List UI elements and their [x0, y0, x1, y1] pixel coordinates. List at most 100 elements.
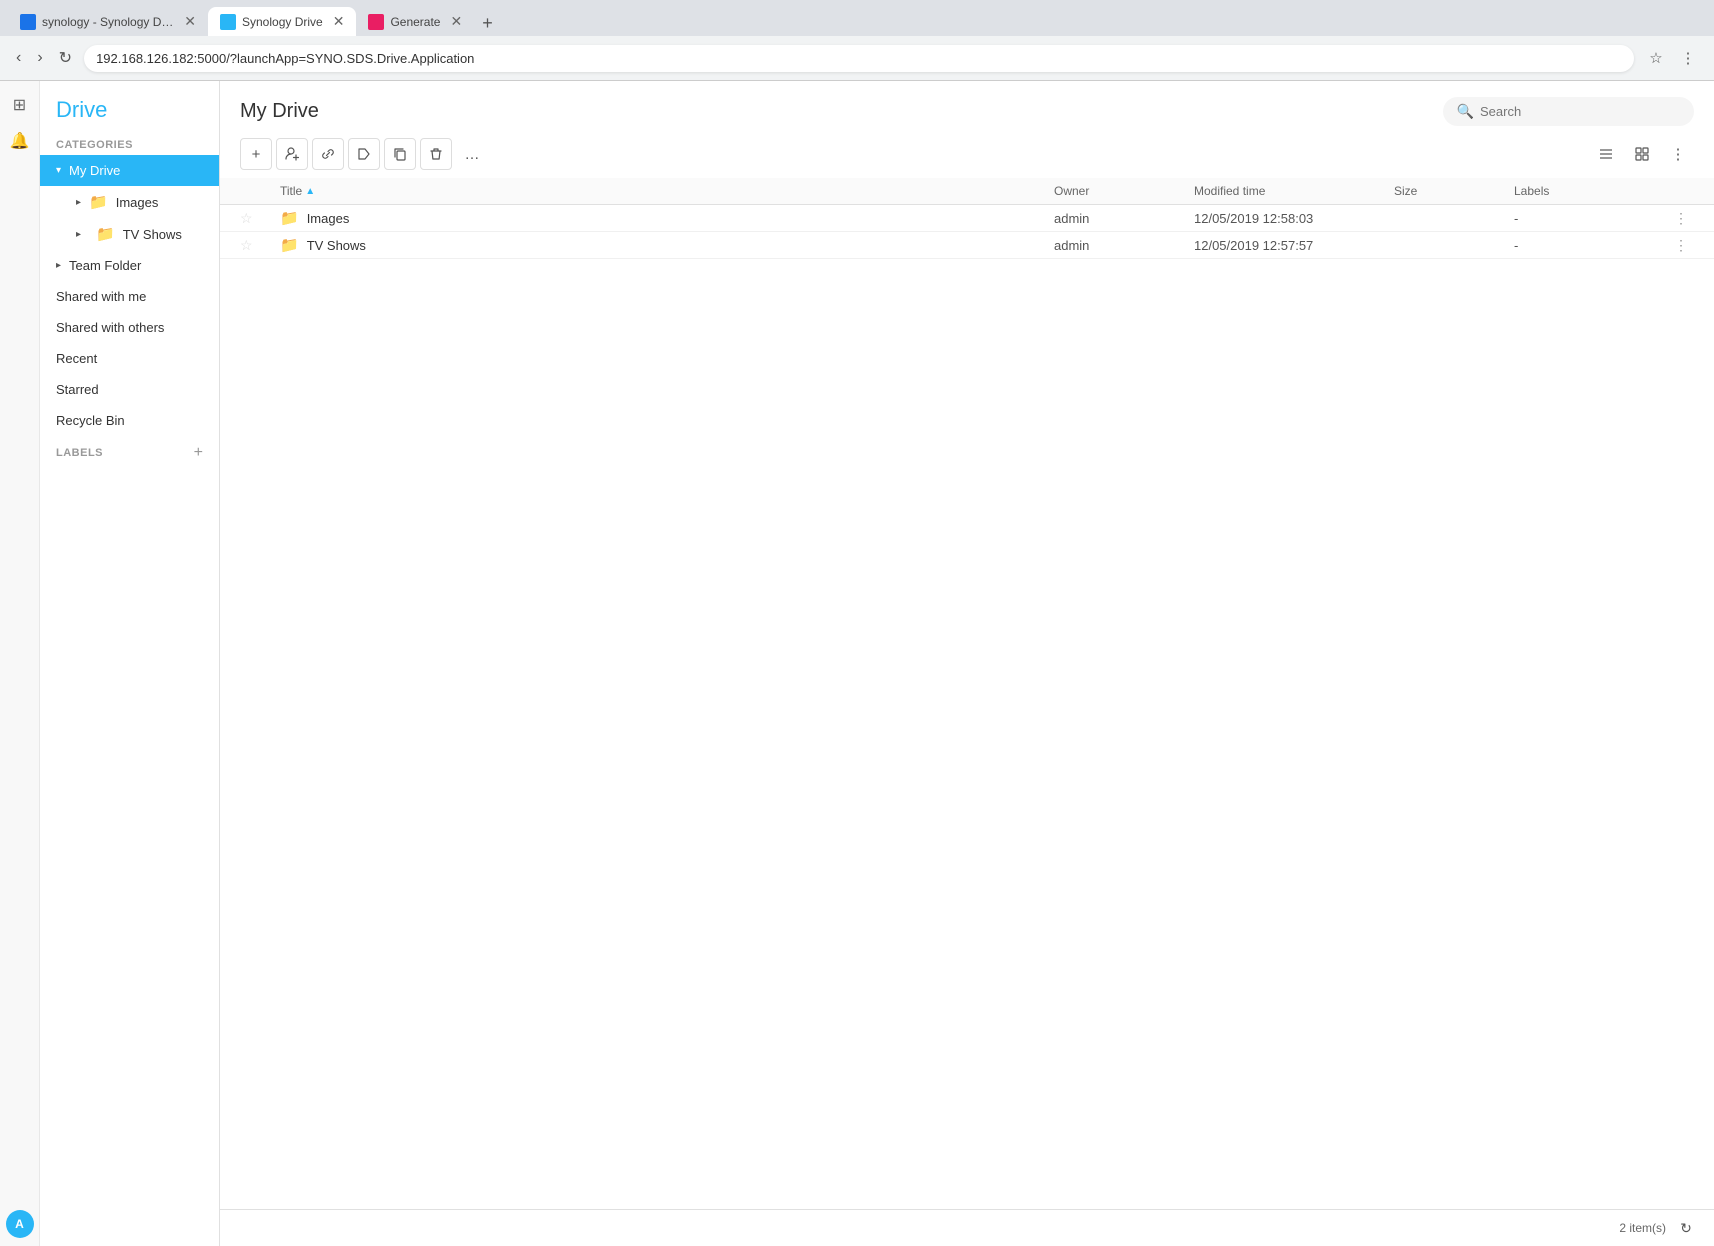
images-labels: -	[1514, 211, 1674, 226]
tab-drive-label: Synology Drive	[242, 15, 323, 29]
sidebar-item-recycle-label: Recycle Bin	[56, 413, 125, 428]
browser-menu-button[interactable]: ⋮	[1674, 44, 1702, 72]
tab-diskstation-label: synology - Synology DiskStation	[42, 15, 174, 29]
col-modified-header[interactable]: Modified time	[1194, 184, 1394, 198]
categories-label: CATEGORIES	[40, 131, 219, 155]
sidebar-subitem-tv-shows[interactable]: ▸ 📁 TV Shows	[40, 218, 219, 250]
sidebar-item-my-drive[interactable]: ▾ My Drive	[40, 155, 219, 186]
search-area: 🔍	[1443, 97, 1694, 126]
add-people-button[interactable]	[276, 138, 308, 170]
delete-button[interactable]	[420, 138, 452, 170]
bookmark-button[interactable]: ☆	[1642, 44, 1670, 72]
table-row[interactable]: ☆ 📁 TV Shows admin 12/05/2019 12:57:57 -…	[220, 232, 1714, 259]
label-button[interactable]	[348, 138, 380, 170]
generate-favicon	[368, 14, 384, 30]
tab-drive-close[interactable]: ✕	[333, 13, 345, 30]
copy-icon	[393, 147, 407, 161]
list-view-button[interactable]	[1590, 138, 1622, 170]
app-header: Drive	[40, 81, 219, 131]
app-title: Drive	[56, 97, 107, 123]
drive-title-text: Drive	[56, 97, 107, 122]
main-header: My Drive 🔍	[220, 81, 1714, 134]
table-row[interactable]: ☆ 📁 Images admin 12/05/2019 12:58:03 - ⋮	[220, 205, 1714, 232]
refresh-button[interactable]: ↻	[1674, 1216, 1698, 1240]
user-avatar[interactable]: A	[6, 1210, 34, 1238]
tv-shows-folder-icon: 📁	[96, 225, 115, 243]
new-tab-button[interactable]: +	[474, 11, 501, 36]
diskstation-favicon	[20, 14, 36, 30]
search-input[interactable]	[1480, 104, 1680, 119]
col-owner-label: Owner	[1054, 184, 1089, 198]
tv-shows-modified: 12/05/2019 12:57:57	[1194, 238, 1394, 253]
images-more-btn[interactable]: ⋮	[1674, 210, 1694, 227]
label-icon	[357, 147, 371, 161]
col-labels-header[interactable]: Labels	[1514, 184, 1674, 198]
col-labels-label: Labels	[1514, 184, 1549, 198]
images-label: Images	[116, 195, 159, 210]
sidebar-item-starred-label: Starred	[56, 382, 99, 397]
copy-button[interactable]	[384, 138, 416, 170]
tv-shows-owner: admin	[1054, 238, 1194, 253]
add-label-button[interactable]: +	[194, 444, 203, 462]
sidebar-item-recent[interactable]: Recent	[40, 343, 219, 374]
tab-diskstation-close[interactable]: ✕	[184, 13, 196, 30]
share-link-button[interactable]	[312, 138, 344, 170]
tv-shows-row-name: TV Shows	[307, 238, 366, 253]
tv-shows-label: TV Shows	[123, 227, 182, 242]
reload-button[interactable]: ↻	[55, 44, 76, 72]
toolbar-right: ⋮	[1590, 138, 1694, 170]
more-button[interactable]: …	[456, 138, 488, 170]
images-chevron: ▸	[76, 197, 81, 208]
delete-icon	[429, 147, 443, 161]
status-bar: 2 item(s) ↻	[220, 1209, 1714, 1246]
labels-title: LABELS	[56, 447, 103, 459]
address-input[interactable]	[84, 45, 1634, 72]
apps-icon[interactable]: ⊞	[4, 89, 36, 121]
name-cell-images: 📁 Images	[280, 209, 1054, 227]
column-settings-button[interactable]: ⋮	[1662, 138, 1694, 170]
star-images[interactable]: ☆	[240, 210, 280, 227]
new-button[interactable]: +	[240, 138, 272, 170]
team-folder-chevron: ▸	[56, 260, 61, 271]
images-folder-icon: 📁	[89, 193, 108, 211]
sidebar-item-shared-with-me[interactable]: Shared with me	[40, 281, 219, 312]
forward-button[interactable]: ›	[33, 45, 46, 71]
star-tv-shows[interactable]: ☆	[240, 237, 280, 254]
sidebar-item-team-folder-label: Team Folder	[69, 258, 141, 273]
back-button[interactable]: ‹	[12, 45, 25, 71]
sidebar-item-recycle-bin[interactable]: Recycle Bin	[40, 405, 219, 436]
browser-actions: ☆ ⋮	[1642, 44, 1702, 72]
browser-chrome: synology - Synology DiskStation ✕ Synolo…	[0, 0, 1714, 81]
sidebar-item-starred[interactable]: Starred	[40, 374, 219, 405]
tab-generate-close[interactable]: ✕	[450, 13, 462, 30]
sidebar-subitem-images[interactable]: ▸ 📁 Images	[40, 186, 219, 218]
grid-view-button[interactable]	[1626, 138, 1658, 170]
sidebar-item-team-folder[interactable]: ▸ Team Folder	[40, 250, 219, 281]
tab-bar: synology - Synology DiskStation ✕ Synolo…	[0, 0, 1714, 36]
labels-section: LABELS +	[40, 436, 219, 470]
col-owner-header[interactable]: Owner	[1054, 184, 1194, 198]
tab-generate[interactable]: Generate ✕	[356, 7, 474, 36]
tv-shows-more-btn[interactable]: ⋮	[1674, 237, 1694, 254]
main-title: My Drive	[240, 100, 319, 123]
app-container: ⊞ 🔔 A Drive CATEGORIES ▾ My Drive ▸ 📁 Im…	[0, 81, 1714, 1246]
col-title-label: Title	[280, 184, 302, 198]
sidebar-item-shared-with-others[interactable]: Shared with others	[40, 312, 219, 343]
col-title-header[interactable]: Title ▲	[280, 184, 1054, 198]
tv-shows-labels: -	[1514, 238, 1674, 253]
tab-diskstation[interactable]: synology - Synology DiskStation ✕	[8, 7, 208, 36]
images-modified: 12/05/2019 12:58:03	[1194, 211, 1394, 226]
toolbar: +	[220, 134, 1714, 178]
add-people-icon	[285, 147, 299, 161]
tab-drive[interactable]: Synology Drive ✕	[208, 7, 356, 36]
col-size-header[interactable]: Size	[1394, 184, 1514, 198]
images-row-folder-icon: 📁	[280, 209, 299, 227]
sidebar-item-my-drive-label: My Drive	[69, 163, 120, 178]
search-icon: 🔍	[1457, 103, 1474, 120]
tab-generate-label: Generate	[390, 15, 440, 29]
col-modified-label: Modified time	[1194, 184, 1265, 198]
images-row-name: Images	[307, 211, 350, 226]
table-header: Title ▲ Owner Modified time Size Labels	[220, 178, 1714, 205]
sort-arrow-icon: ▲	[305, 186, 315, 197]
bell-icon[interactable]: 🔔	[4, 125, 36, 157]
